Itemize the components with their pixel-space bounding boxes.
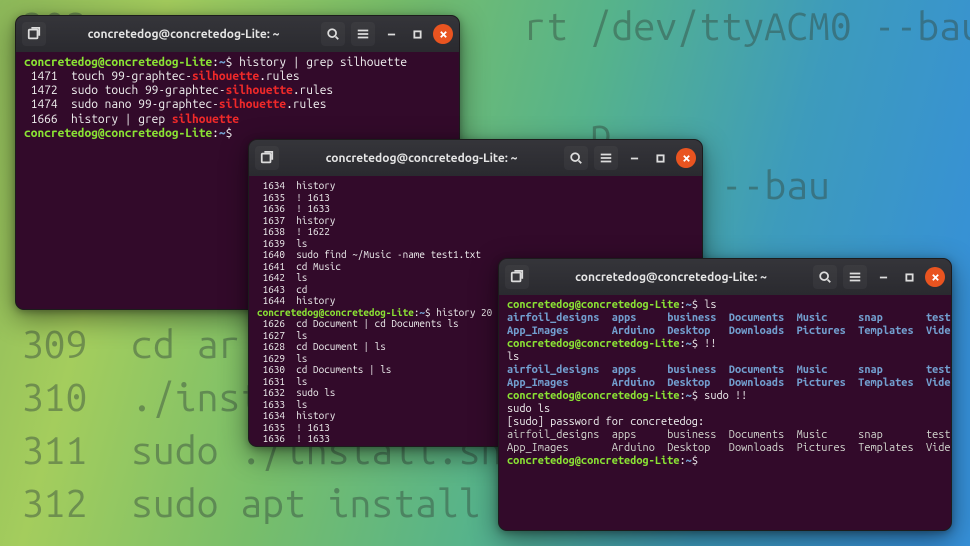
maximize-icon[interactable] xyxy=(899,267,919,287)
hamburger-icon[interactable] xyxy=(843,265,867,289)
minimize-icon[interactable] xyxy=(624,148,644,168)
hamburger-icon[interactable] xyxy=(351,22,375,46)
window-title: concretedog@concretedog-Lite: ~ xyxy=(285,152,558,165)
close-icon[interactable] xyxy=(676,148,696,168)
titlebar[interactable]: concretedog@concretedog-Lite: ~ xyxy=(249,140,702,176)
search-icon[interactable] xyxy=(321,22,345,46)
titlebar[interactable]: concretedog@concretedog-Lite: ~ xyxy=(499,259,951,295)
close-icon[interactable] xyxy=(433,24,453,44)
maximize-icon[interactable] xyxy=(407,24,427,44)
maximize-icon[interactable] xyxy=(650,148,670,168)
newtab-icon[interactable] xyxy=(505,265,529,289)
terminal-body[interactable]: concretedog@concretedog-Lite:~$ ls airfo… xyxy=(499,295,951,530)
newtab-icon[interactable] xyxy=(255,146,279,170)
newtab-icon[interactable] xyxy=(22,22,46,46)
minimize-icon[interactable] xyxy=(381,24,401,44)
close-icon[interactable] xyxy=(925,267,945,287)
search-icon[interactable] xyxy=(564,146,588,170)
search-icon[interactable] xyxy=(813,265,837,289)
minimize-icon[interactable] xyxy=(873,267,893,287)
window-title: concretedog@concretedog-Lite: ~ xyxy=(535,271,807,284)
window-title: concretedog@concretedog-Lite: ~ xyxy=(52,28,315,41)
titlebar[interactable]: concretedog@concretedog-Lite: ~ xyxy=(16,16,459,52)
terminal-window-3[interactable]: concretedog@concretedog-Lite: ~ concrete… xyxy=(498,258,952,531)
hamburger-icon[interactable] xyxy=(594,146,618,170)
